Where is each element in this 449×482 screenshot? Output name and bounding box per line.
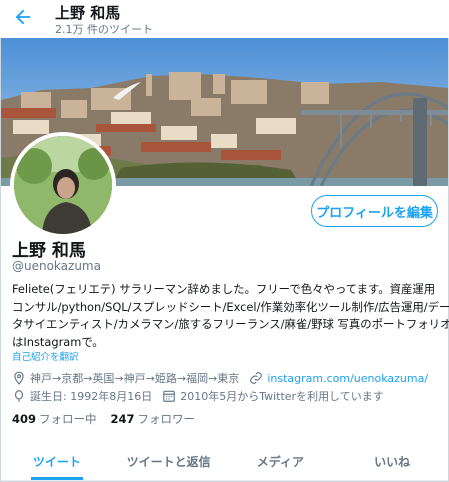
- followers-count: 247: [110, 412, 135, 426]
- birthday-icon: [14, 390, 24, 402]
- header-tweet-count: 2.1万 件のツイート: [55, 23, 153, 36]
- location-text: 神戸→京都→英国→神戸→姫路→福岡→東京: [30, 372, 240, 385]
- link-icon: [250, 372, 263, 384]
- profile-name: 上野 和馬: [12, 241, 86, 261]
- tab-media[interactable]: メディア: [225, 442, 337, 480]
- tab-likes[interactable]: いいね: [336, 442, 448, 480]
- edit-profile-button[interactable]: プロフィールを編集: [311, 195, 438, 227]
- tab-tweets[interactable]: ツイート: [1, 442, 113, 480]
- profile-tabs: ツイート ツイートと返信 メディア いいね: [1, 442, 448, 481]
- back-arrow-icon[interactable]: [12, 6, 34, 28]
- following-link[interactable]: 409 フォロー中: [12, 412, 97, 426]
- bio-line: Feliete(フェリエテ) サラリーマン辞めました。フリーで色々やってます。資…: [12, 282, 436, 296]
- bio-line: コンサル/python/SQL/スプレッドシート/Excel/作業効率化ツール制…: [12, 299, 449, 314]
- translate-bio-link[interactable]: 自己紹介を翻訳: [12, 349, 79, 363]
- followers-label: フォロワー: [137, 412, 196, 426]
- profile-header: 上野 和馬 2.1万 件のツイート: [0, 0, 449, 38]
- avatar[interactable]: [10, 132, 116, 238]
- profile-meta-row-2: 誕生日: 1992年8月16日 2010年5月からTwitterを利用しています: [12, 388, 384, 404]
- birthday-text: 誕生日: 1992年8月16日: [30, 390, 153, 403]
- follow-stats: 409 フォロー中 247 フォロワー: [12, 411, 195, 427]
- following-label: フォロー中: [39, 412, 97, 426]
- profile-handle: @uenokazuma: [12, 259, 101, 273]
- following-count: 409: [12, 412, 37, 426]
- location-icon: [14, 371, 24, 385]
- profile-meta-row-1: 神戸→京都→英国→神戸→姫路→福岡→東京 instagram.com/uenok…: [12, 370, 428, 386]
- followers-link[interactable]: 247 フォロワー: [111, 412, 196, 426]
- website-link[interactable]: instagram.com/uenokazuma/: [267, 372, 428, 385]
- header-name: 上野 和馬: [55, 4, 121, 22]
- profile-bio: Feliete(フェリエテ) サラリーマン辞めました。フリーで色々やってます。資…: [12, 281, 449, 351]
- calendar-icon: [163, 390, 176, 402]
- joined-text: 2010年5月からTwitterを利用しています: [180, 390, 384, 403]
- tab-tweets-and-replies[interactable]: ツイートと返信: [113, 442, 225, 480]
- bio-line: タサイエンティスト/カメラマン/旅するフリーランス/麻雀/野球 写真のポートフォ…: [12, 317, 449, 332]
